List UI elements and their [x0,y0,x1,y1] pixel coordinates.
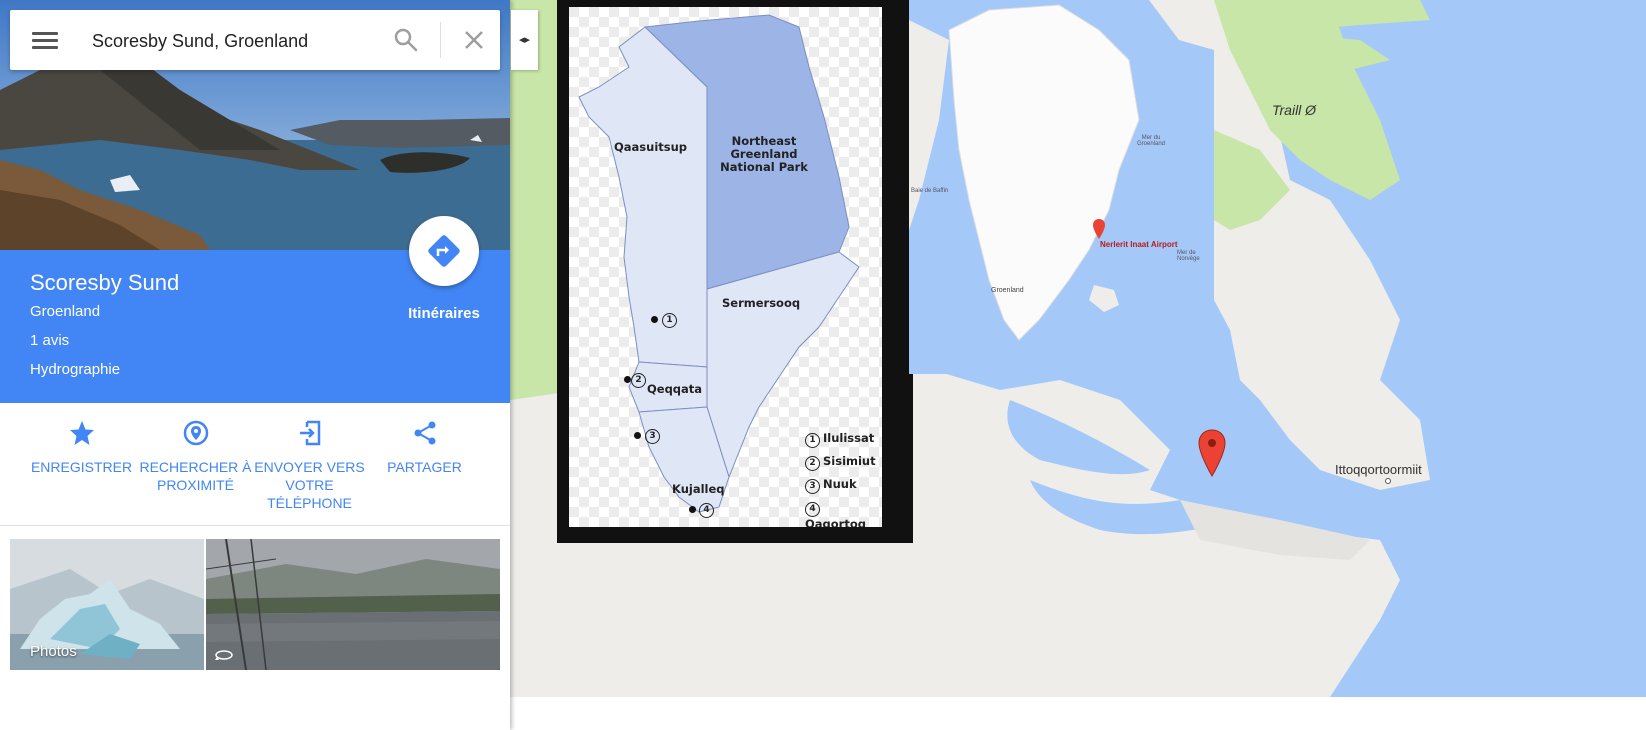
inset-pin-icon [1093,219,1105,239]
search-divider [440,22,441,58]
save-button[interactable]: ENREGISTRER [24,419,139,476]
legend-sisimiut: 2 Sisimiut [805,454,876,471]
search-icon[interactable] [392,26,420,54]
region-map-image: Qaasuitsup Northeast Greenland National … [557,0,913,543]
search-input[interactable] [90,24,384,58]
inset-label-airport: Nerlerit Inaat Airport [1100,240,1178,249]
city-dot-icon [689,506,696,513]
region-label-qeqqata: Qeqqata [647,382,703,396]
inset-label-sea2: Mer de Norvège [1177,250,1200,262]
search-nearby-button[interactable]: RECHERCHER À PROXIMITÉ [138,419,253,494]
directions-label[interactable]: Itinéraires [385,305,503,322]
city-marker-3: 3 [645,427,663,444]
star-icon [69,421,94,445]
inset-label-greenland: Groenland [991,287,1024,294]
share-button[interactable]: PARTAGER [367,419,482,476]
legend-qaqortoq: 4Qaqortoq [805,502,866,527]
region-label-qaasuitsup: Qaasuitsup [614,140,688,154]
collapse-panel-button[interactable]: ◂▸ [511,10,538,70]
map-label-ittoqqortoormiit: Ittoqqortoormiit [1335,462,1422,477]
city-dot-icon [624,376,631,383]
place-title: Scoresby Sund [30,270,180,295]
region-label-sermersooq: Sermersooq [722,296,801,310]
search-nearby-label: RECHERCHER À PROXIMITÉ [139,459,252,493]
place-category: Hydrographie [30,361,121,378]
close-icon[interactable] [462,28,486,52]
greenland-regions-svg [569,7,882,527]
directions-icon [428,235,460,267]
legend-nuuk: 3 Nuuk [805,477,857,494]
inset-label-baffin: Baie de Baffin [911,188,949,194]
city-dot-icon [634,432,641,439]
inset-label-sea: Mer du Groenland [1136,135,1166,147]
street-view-thumbnail[interactable] [206,539,500,670]
inset-map-image: Nerlerit Inaat Airport Groenland Mer du … [909,0,1214,374]
save-label: ENREGISTRER [30,459,133,475]
photo-strip: Photos [10,539,500,670]
inset-greenland-svg [909,0,1214,374]
city-marker-2: 2 [631,371,649,388]
photos-thumbnail[interactable]: Photos [10,539,204,670]
nearby-pin-icon [183,420,208,446]
street-view-photo [206,539,500,670]
region-map-content: Qaasuitsup Northeast Greenland National … [569,7,882,527]
reviews-link[interactable]: 1 avis [30,332,69,349]
region-label-northeast-park: Northeast Greenland National Park [720,134,808,174]
action-bar: ENREGISTRER RECHERCHER À PROXIMITÉ ENVOY… [0,403,510,526]
menu-icon[interactable] [32,28,58,52]
legend-ilulissat: 1 Ilulissat [805,431,874,448]
send-to-phone-button[interactable]: ENVOYER VERS VOTRE TÉLÉPHONE [252,419,367,512]
town-dot-icon [1385,478,1391,484]
street-view-360-icon [215,650,233,660]
share-label: PARTAGER [387,459,462,475]
directions-button[interactable] [409,216,479,286]
search-box [10,10,500,70]
city-marker-4: 4 [699,501,717,518]
city-dot-icon [651,316,658,323]
photos-label: Photos [30,643,77,660]
city-marker-1: 1 [662,311,680,328]
place-region: Groenland [30,303,101,320]
send-to-phone-icon [299,420,320,446]
place-panel: Scoresby Sund Groenland 1 avis Hydrograp… [0,0,510,730]
share-icon [414,421,435,445]
region-label-kujalleq: Kujalleq [672,482,725,496]
send-to-phone-label: ENVOYER VERS VOTRE TÉLÉPHONE [254,459,365,511]
map-label-traill: Traill Ø [1272,102,1317,118]
location-pin-icon[interactable] [1197,428,1227,478]
